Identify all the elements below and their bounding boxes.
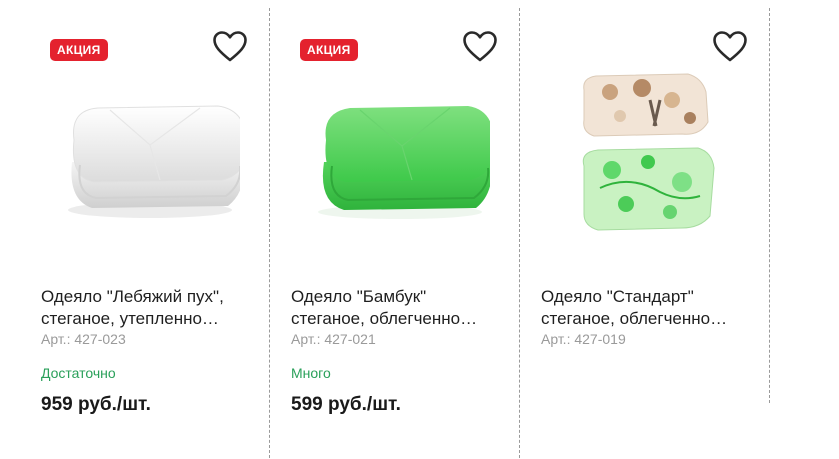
- sale-badge: АКЦИЯ: [50, 39, 108, 61]
- product-title-line[interactable]: Одеяло "Стандарт": [541, 286, 756, 308]
- product-card[interactable]: АКЦИЯ Одеяло "Лебяжий пух", стеганое, ут…: [20, 0, 270, 459]
- heart-icon[interactable]: [712, 30, 748, 63]
- product-sku: Арт.: 427-021: [291, 331, 376, 347]
- printed-blankets-image[interactable]: [550, 70, 740, 250]
- product-title[interactable]: Одеяло "Бамбук" стеганое, облегченно…: [291, 286, 506, 330]
- product-sku: Арт.: 427-023: [41, 331, 126, 347]
- card-divider: [269, 8, 270, 458]
- product-title-line[interactable]: Одеяло "Лебяжий пух",: [41, 286, 256, 308]
- product-title[interactable]: Одеяло "Лебяжий пух", стеганое, утепленн…: [41, 286, 256, 330]
- product-title[interactable]: Одеяло "Стандарт" стеганое, облегченно…: [541, 286, 756, 330]
- product-card[interactable]: АКЦИЯ Одеяло "Бамбук" стеганое, облегчен…: [270, 0, 520, 459]
- heart-icon[interactable]: [462, 30, 498, 63]
- heart-icon[interactable]: [212, 30, 248, 63]
- card-divider: [519, 8, 520, 458]
- green-quilted-blanket-image[interactable]: [300, 70, 490, 250]
- product-title-line[interactable]: стеганое, облегченно…: [291, 308, 506, 330]
- product-price: 959 руб./шт.: [41, 394, 151, 415]
- product-card[interactable]: Одеяло "Стандарт" стеганое, облегченно… …: [520, 0, 770, 459]
- sale-badge: АКЦИЯ: [300, 39, 358, 61]
- product-price: 599 руб./шт.: [291, 394, 401, 415]
- product-title-line[interactable]: стеганое, облегченно…: [541, 308, 756, 330]
- product-title-line[interactable]: стеганое, утепленно…: [41, 308, 256, 330]
- white-quilted-blanket-image[interactable]: [50, 70, 240, 250]
- product-sku: Арт.: 427-019: [541, 331, 626, 347]
- stock-status: Достаточно: [41, 365, 116, 381]
- product-title-line[interactable]: Одеяло "Бамбук": [291, 286, 506, 308]
- card-divider: [769, 8, 770, 403]
- stock-status: Много: [291, 365, 331, 381]
- product-grid: АКЦИЯ Одеяло "Лебяжий пух", стеганое, ут…: [20, 0, 770, 459]
